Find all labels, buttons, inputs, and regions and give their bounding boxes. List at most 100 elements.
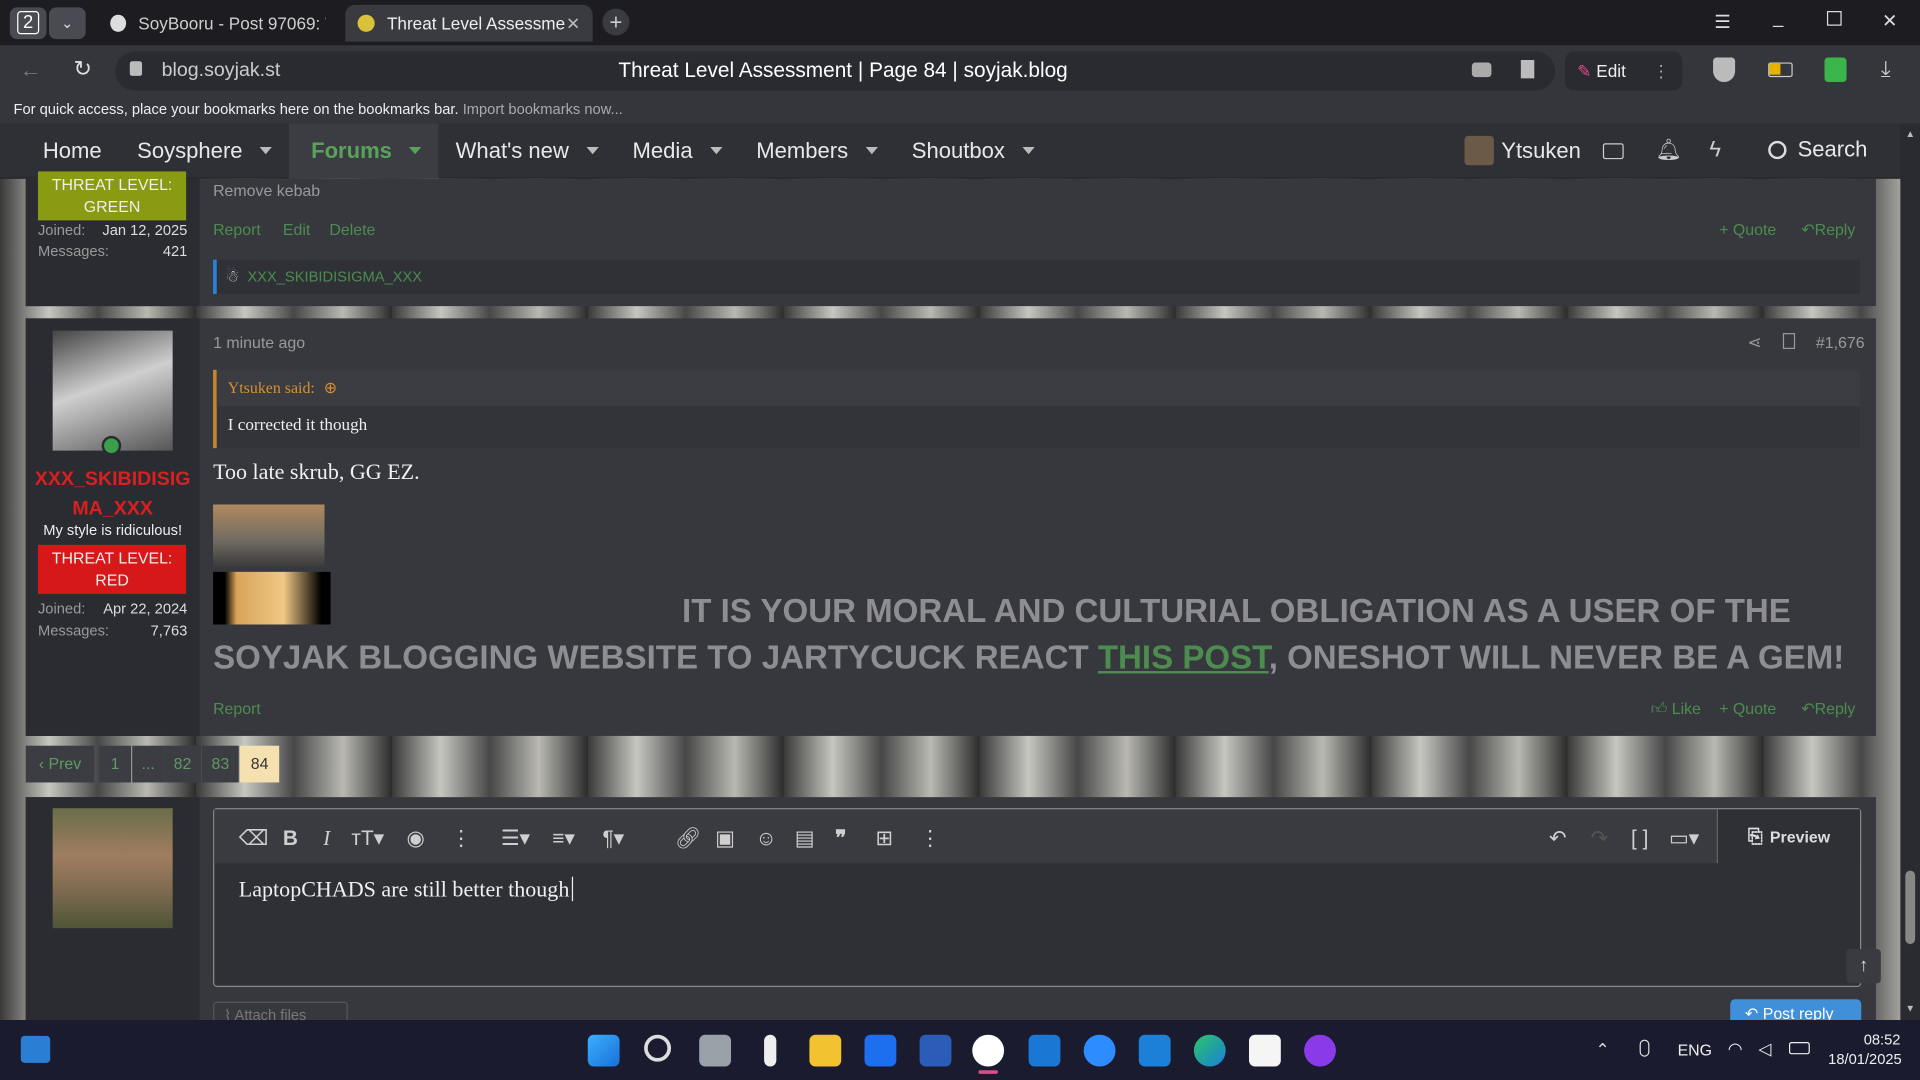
inbox-icon[interactable]: [1602, 143, 1624, 160]
redo-icon[interactable]: ↷: [1591, 827, 1608, 851]
nav-media[interactable]: Media: [615, 123, 739, 178]
word-icon[interactable]: [919, 1034, 952, 1067]
widgets-icon[interactable]: [20, 1035, 51, 1063]
tab-soybooru[interactable]: SoyBooru - Post 97069: W: [98, 5, 338, 42]
nav-whats-new[interactable]: What's new: [438, 123, 615, 178]
drafts-icon[interactable]: ▭▾: [1669, 827, 1699, 851]
scroll-up-arrow-icon[interactable]: ▲: [1905, 129, 1915, 140]
nav-members[interactable]: Members: [739, 123, 895, 178]
report-link[interactable]: Report: [213, 220, 261, 238]
yandex-browser-icon[interactable]: [972, 1034, 1005, 1067]
eraser-icon[interactable]: ⌫: [239, 827, 268, 851]
table-icon[interactable]: ⊞: [876, 827, 893, 851]
lightning-icon[interactable]: ϟ: [1709, 137, 1721, 163]
clock-date[interactable]: 18/01/2025: [1828, 1051, 1902, 1068]
delete-link[interactable]: Delete: [329, 220, 375, 238]
edge-icon[interactable]: [1193, 1034, 1226, 1067]
quote-icon[interactable]: ❞: [835, 827, 846, 851]
like-link[interactable]: 👍︎ Like: [1651, 699, 1701, 719]
page-scrollbar[interactable]: ▲ ▼: [1900, 123, 1920, 1021]
italic-icon[interactable]: I: [323, 827, 330, 851]
url-field[interactable]: blog.soyjak.st Threat Level Assessment |…: [115, 51, 1556, 91]
palette-icon[interactable]: ◉: [407, 827, 425, 851]
page-ellipsis[interactable]: ...: [132, 745, 165, 783]
bbcode-icon[interactable]: [ ]: [1631, 827, 1648, 851]
image-icon[interactable]: ▣: [715, 827, 735, 851]
user-avatar[interactable]: [52, 330, 173, 456]
chevron-down-icon[interactable]: [409, 146, 422, 155]
nav-shoutbox[interactable]: Shoutbox: [895, 123, 1052, 178]
edit-button[interactable]: ✎ Edit ⋮: [1564, 51, 1683, 91]
reply-textarea[interactable]: LaptopCHADS are still better though: [239, 876, 1831, 975]
scroll-to-top-icon[interactable]: ↑: [1846, 948, 1881, 984]
chevron-up-icon[interactable]: ⌃: [1596, 1040, 1610, 1061]
battery-icon[interactable]: [1768, 62, 1793, 78]
zoom-icon[interactable]: [1083, 1034, 1116, 1067]
scrollbar-thumb[interactable]: [1905, 870, 1916, 945]
file-explorer-icon[interactable]: [809, 1034, 842, 1067]
store-icon[interactable]: [1248, 1034, 1281, 1067]
bell-icon[interactable]: 🔔︎: [1656, 138, 1682, 162]
nav-home[interactable]: Home: [0, 123, 120, 178]
tab-list-chevron-icon[interactable]: ⌄: [48, 7, 86, 40]
back-arrow-icon[interactable]: ←: [20, 58, 42, 84]
undo-icon[interactable]: ↶: [1549, 827, 1566, 851]
bold-icon[interactable]: B: [283, 827, 298, 851]
search-icon[interactable]: [644, 1034, 672, 1062]
outlook-icon[interactable]: [1028, 1034, 1061, 1067]
app-icon[interactable]: [1304, 1034, 1336, 1067]
align-icon[interactable]: ≡▾: [552, 827, 575, 851]
page-link-84-current[interactable]: 84: [240, 745, 280, 783]
import-bookmarks-link[interactable]: Import bookmarks now...: [463, 100, 623, 117]
post-username[interactable]: XXX_SKIBIDISIGMA_XXX: [33, 465, 192, 519]
close-tab-icon[interactable]: ✕: [566, 13, 580, 34]
scroll-down-arrow-icon[interactable]: ▼: [1905, 1003, 1915, 1014]
chevron-down-icon[interactable]: [709, 146, 722, 155]
more-vertical-icon[interactable]: ⋮: [451, 827, 472, 851]
reply-link[interactable]: ↶Reply: [1801, 699, 1855, 719]
microphone-icon[interactable]: [1639, 1039, 1650, 1057]
volume-icon[interactable]: ◁: [1758, 1038, 1771, 1059]
task-view-icon[interactable]: [699, 1034, 732, 1067]
reaction-user-link[interactable]: XXX_SKIBIDISIGMA_XXX: [247, 268, 422, 285]
menu-icon[interactable]: ☰: [1714, 11, 1730, 33]
chevron-down-icon[interactable]: [259, 146, 272, 155]
wifi-icon[interactable]: ◠: [1728, 1038, 1743, 1059]
nav-soysphere[interactable]: Soysphere: [120, 123, 289, 178]
bookmark-icon[interactable]: [1520, 60, 1535, 79]
page-link-83[interactable]: 83: [202, 745, 239, 783]
chat-icon[interactable]: [1471, 62, 1492, 78]
user-menu[interactable]: Ytsuken: [1464, 135, 1581, 166]
user-avatar[interactable]: [52, 808, 173, 929]
quote-link[interactable]: + Quote: [1719, 699, 1776, 717]
search-button[interactable]: Search: [1768, 137, 1867, 163]
more-vertical-icon[interactable]: ⋮: [920, 827, 941, 851]
edit-link[interactable]: Edit: [283, 220, 310, 238]
shield-icon[interactable]: [1713, 57, 1736, 83]
link-icon[interactable]: 🔗︎: [675, 827, 701, 851]
preview-button[interactable]: ⎘ Preview: [1716, 809, 1861, 864]
chevron-down-icon[interactable]: [1022, 146, 1035, 155]
post-number[interactable]: #1,676: [1816, 333, 1865, 351]
close-window-icon[interactable]: ✕: [1882, 10, 1897, 32]
restore-icon[interactable]: [1826, 11, 1842, 26]
extension-icon[interactable]: [1824, 57, 1847, 83]
page-link-82[interactable]: 82: [164, 745, 201, 783]
post-image-1[interactable]: [213, 504, 325, 567]
chevron-down-icon[interactable]: [865, 146, 878, 155]
quote-header[interactable]: Ytsuken said: ⊕: [216, 369, 1861, 407]
prev-page-button[interactable]: ‹ Prev: [25, 745, 95, 783]
reaction-bar[interactable]: ☃ XXX_SKIBIDISIGMA_XXX: [213, 259, 1861, 294]
clock-time[interactable]: 08:52: [1864, 1031, 1901, 1048]
bookmark-icon[interactable]: [1782, 333, 1796, 349]
emoji-icon[interactable]: ☺: [756, 827, 777, 851]
page-link-1[interactable]: 1: [99, 745, 132, 783]
battery-icon[interactable]: [1788, 1042, 1810, 1055]
share-icon[interactable]: ⋖: [1747, 332, 1761, 353]
new-tab-plus-icon[interactable]: +: [602, 8, 630, 36]
banner-link[interactable]: THIS POST: [1098, 639, 1269, 676]
post-timestamp[interactable]: 1 minute ago: [213, 333, 305, 351]
list-icon[interactable]: ☰▾: [501, 827, 530, 851]
tab-count-button[interactable]: 2: [9, 7, 47, 40]
media-icon[interactable]: ▤: [795, 827, 815, 851]
